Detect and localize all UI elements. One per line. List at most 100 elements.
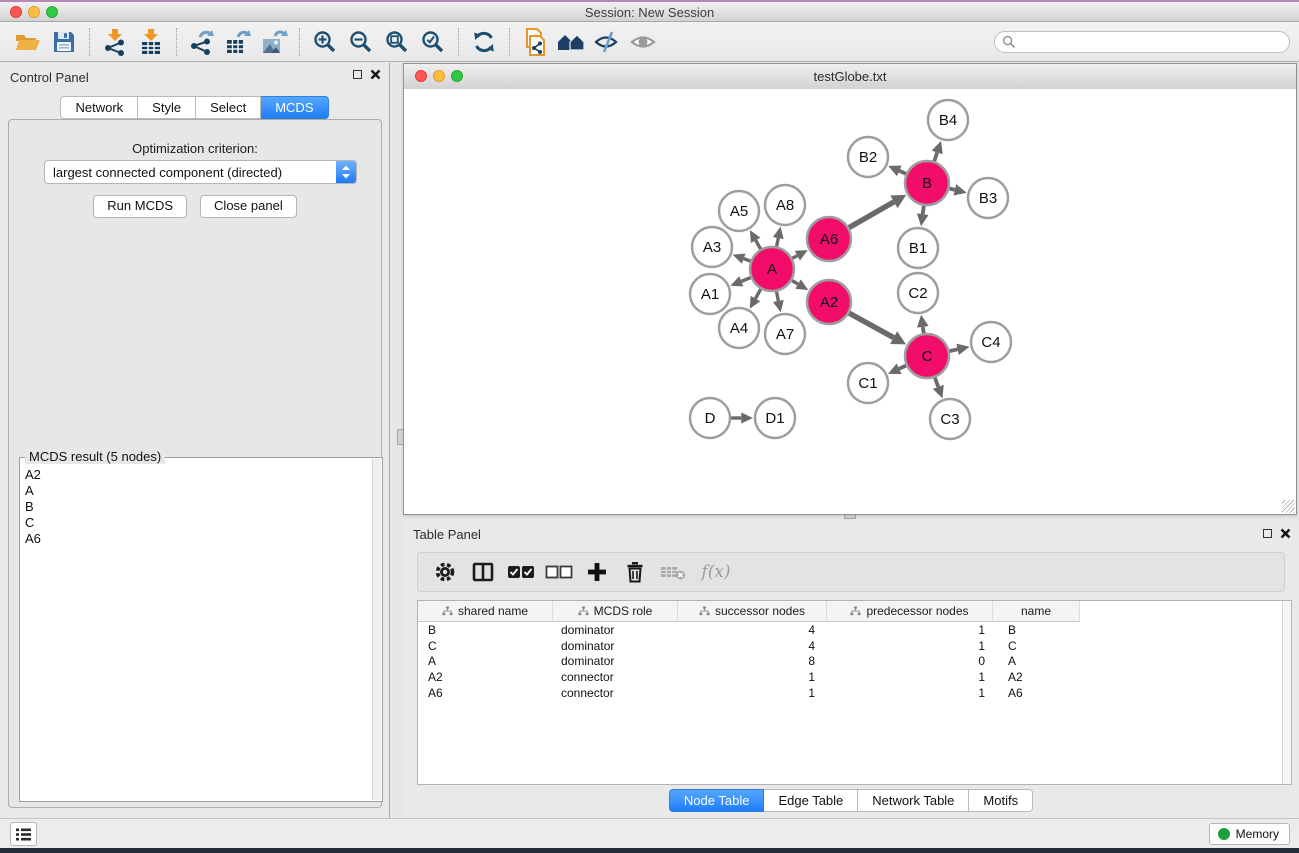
table-row-a2[interactable]: A2connector11A2	[418, 669, 1291, 685]
cell-shared-name[interactable]: A	[418, 654, 553, 668]
cell-successor-nodes[interactable]: 8	[678, 654, 827, 668]
show-hide-icon[interactable]	[589, 26, 625, 58]
edge-B-B1[interactable]	[923, 206, 924, 214]
float-panel-icon[interactable]	[353, 70, 362, 79]
cell-name[interactable]: B	[993, 623, 1080, 637]
graph-node-b[interactable]: B	[905, 161, 949, 205]
edge-A-A3[interactable]	[744, 259, 751, 261]
tab-mcds[interactable]: MCDS	[261, 96, 328, 119]
cell-MCDS-role[interactable]: connector	[553, 670, 678, 684]
delete-column-trash-icon[interactable]	[616, 557, 654, 587]
result-scrollbar[interactable]	[372, 459, 381, 800]
zoom-fit-icon[interactable]	[379, 26, 415, 58]
tab-select[interactable]: Select	[196, 96, 261, 119]
close-panel-icon[interactable]	[370, 69, 381, 80]
search-field[interactable]	[994, 31, 1290, 53]
tab-network-table[interactable]: Network Table	[858, 789, 969, 812]
graph-node-c2[interactable]: C2	[898, 273, 938, 313]
clone-network-icon[interactable]	[517, 26, 553, 58]
table-row-a[interactable]: Adominator80A	[418, 653, 1291, 669]
table-row-c[interactable]: Cdominator41C	[418, 638, 1291, 654]
result-item-c[interactable]: C	[21, 514, 373, 530]
table-scrollbar[interactable]	[1282, 601, 1291, 784]
graph-node-a1[interactable]: A1	[690, 274, 730, 314]
graph-node-a6[interactable]: A6	[807, 217, 851, 261]
open-session-icon[interactable]	[10, 26, 46, 58]
edge-B-B4[interactable]	[934, 152, 937, 161]
eye-icon[interactable]	[625, 26, 661, 58]
edge-B-B3[interactable]	[949, 188, 954, 189]
close-table-panel-icon[interactable]	[1280, 528, 1291, 539]
tab-motifs[interactable]: Motifs	[969, 789, 1033, 812]
graph-node-c4[interactable]: C4	[971, 322, 1011, 362]
cell-successor-nodes[interactable]: 1	[678, 686, 827, 700]
edge-A-A1[interactable]	[741, 278, 750, 282]
graph-node-b4[interactable]: B4	[928, 100, 968, 140]
import-network-icon[interactable]	[97, 26, 133, 58]
graph-node-a8[interactable]: A8	[765, 185, 805, 225]
mcds-result-list[interactable]: A2ABCA6	[21, 466, 373, 800]
cell-MCDS-role[interactable]: dominator	[553, 654, 678, 668]
zoom-out-icon[interactable]	[343, 26, 379, 58]
run-mcds-button[interactable]: Run MCDS	[93, 195, 187, 218]
graph-node-d[interactable]: D	[690, 398, 730, 438]
graph-node-a[interactable]: A	[750, 247, 794, 291]
graph-node-a5[interactable]: A5	[719, 191, 759, 231]
cell-predecessor-nodes[interactable]: 1	[827, 623, 993, 637]
cybrowser-home-icon[interactable]	[553, 26, 589, 58]
cell-MCDS-role[interactable]: dominator	[553, 623, 678, 637]
result-item-a6[interactable]: A6	[21, 530, 373, 546]
export-image-icon[interactable]	[256, 26, 292, 58]
memory-button[interactable]: Memory	[1209, 823, 1290, 845]
zoom-in-icon[interactable]	[307, 26, 343, 58]
network-canvas[interactable]: AA1A2A3A4A5A6A7A8BB1B2B3B4CC1C2C3C4DD1	[404, 89, 1296, 514]
graph-node-b1[interactable]: B1	[898, 228, 938, 268]
graph-node-a4[interactable]: A4	[719, 308, 759, 348]
table-row-b[interactable]: Bdominator41B	[418, 622, 1291, 638]
tab-edge-table[interactable]: Edge Table	[764, 789, 858, 812]
cell-shared-name[interactable]: C	[418, 639, 553, 653]
cell-predecessor-nodes[interactable]: 0	[827, 654, 993, 668]
cell-MCDS-role[interactable]: connector	[553, 686, 678, 700]
import-table-icon[interactable]	[133, 26, 169, 58]
table-settings-gear-icon[interactable]	[426, 557, 464, 587]
network-window-titlebar[interactable]: testGlobe.txt	[404, 64, 1296, 90]
zoom-selected-icon[interactable]	[415, 26, 451, 58]
select-all-rows-icon[interactable]	[502, 557, 540, 587]
graph-node-b2[interactable]: B2	[848, 137, 888, 177]
cell-predecessor-nodes[interactable]: 1	[827, 670, 993, 684]
graph-node-a2[interactable]: A2	[807, 280, 851, 324]
show-columns-icon[interactable]	[464, 557, 502, 587]
tab-network[interactable]: Network	[60, 96, 138, 119]
tab-node-table[interactable]: Node Table	[669, 789, 765, 812]
search-input[interactable]	[1016, 34, 1280, 50]
graph-node-c3[interactable]: C3	[930, 399, 970, 439]
cell-successor-nodes[interactable]: 4	[678, 623, 827, 637]
edge-C-C3[interactable]	[935, 378, 938, 387]
export-table-icon[interactable]	[220, 26, 256, 58]
cell-name[interactable]: A6	[993, 686, 1080, 700]
criterion-dropdown[interactable]: largest connected component (directed)	[44, 160, 357, 184]
column-header-shared-name[interactable]: shared name	[418, 601, 553, 622]
edge-A-A5[interactable]	[756, 240, 761, 249]
column-header-name[interactable]: name	[993, 601, 1080, 622]
cell-shared-name[interactable]: A2	[418, 670, 553, 684]
cell-name[interactable]: A	[993, 654, 1080, 668]
edge-A-A4[interactable]	[755, 289, 760, 298]
cell-name[interactable]: C	[993, 639, 1080, 653]
result-item-a[interactable]: A	[21, 482, 373, 498]
column-header-successor-nodes[interactable]: successor nodes	[678, 601, 827, 622]
cell-shared-name[interactable]: A6	[418, 686, 553, 700]
graph-node-c[interactable]: C	[905, 334, 949, 378]
close-panel-button[interactable]: Close panel	[200, 195, 297, 218]
edge-A-A8[interactable]	[777, 238, 779, 246]
cell-MCDS-role[interactable]: dominator	[553, 639, 678, 653]
result-item-b[interactable]: B	[21, 498, 373, 514]
cell-predecessor-nodes[interactable]: 1	[827, 639, 993, 653]
edge-A6-B[interactable]	[849, 202, 894, 228]
table-row-a6[interactable]: A6connector11A6	[418, 685, 1291, 701]
resize-grip[interactable]	[1282, 500, 1295, 513]
edge-C-C2[interactable]	[923, 327, 924, 333]
cell-name[interactable]: A2	[993, 670, 1080, 684]
edge-A-A7[interactable]	[777, 292, 779, 301]
